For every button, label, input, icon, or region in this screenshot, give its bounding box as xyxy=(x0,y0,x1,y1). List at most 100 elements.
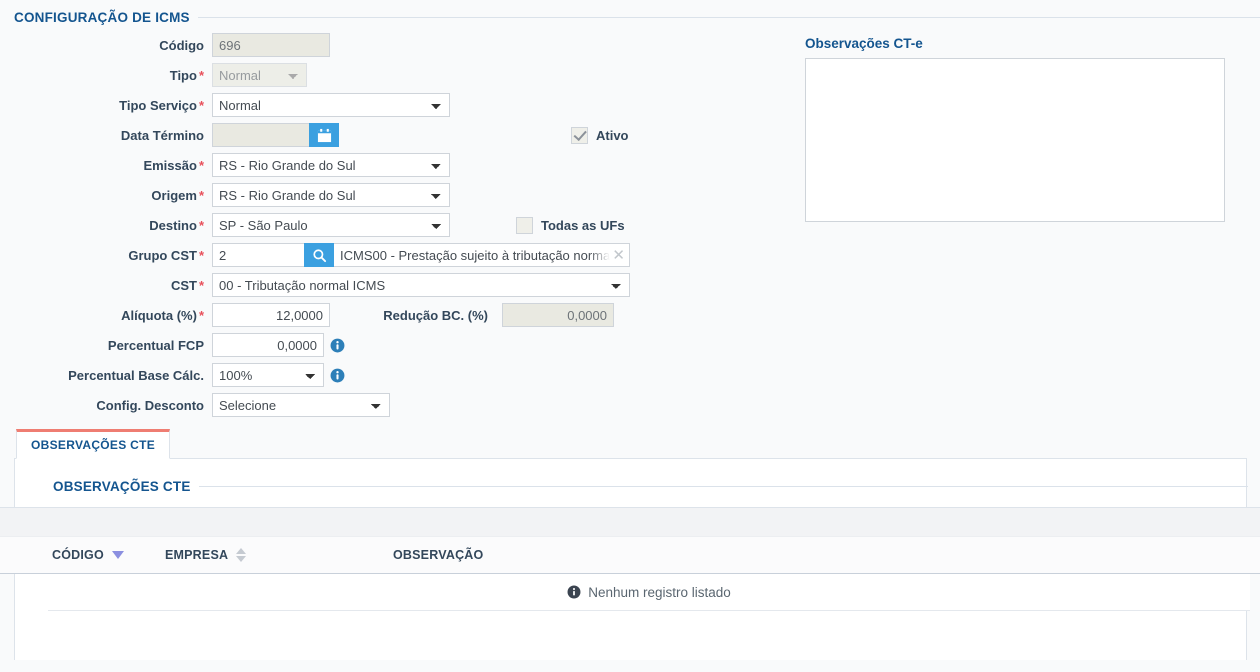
codigo-input[interactable] xyxy=(212,33,330,57)
required-marker-aliquota: * xyxy=(198,307,204,323)
sort-desc-icon[interactable] xyxy=(111,551,124,559)
tipo-select[interactable]: Normal xyxy=(212,63,307,87)
label-config-desconto: Config. Desconto xyxy=(96,397,204,413)
field-row-codigo: Código xyxy=(0,30,790,60)
label-data-termino: Data Término xyxy=(120,127,204,143)
field-row-grupo-cst: Grupo CST* ICMS00 - Prestação sujeito à … xyxy=(0,240,790,270)
config-desconto-select[interactable]: Selecione xyxy=(212,393,390,417)
sort-both-icon[interactable] xyxy=(236,548,247,562)
reducao-bc-input[interactable] xyxy=(502,303,614,327)
grupo-cst-description: ICMS00 - Prestação sujeito à tributação … xyxy=(334,243,630,267)
label-grupo-cst-text: Grupo CST xyxy=(128,247,197,263)
grupo-cst-description-text: ICMS00 - Prestação sujeito à tributação … xyxy=(340,247,611,263)
label-destino-text: Destino xyxy=(149,217,197,233)
grupo-cst-lookup: ICMS00 - Prestação sujeito à tributação … xyxy=(212,243,630,267)
search-icon[interactable] xyxy=(304,243,334,267)
label-reducao-bc: Redução BC. (%) xyxy=(383,307,488,323)
data-termino-group xyxy=(212,123,339,147)
cst-select[interactable]: 00 - Tributação normal ICMS xyxy=(212,273,630,297)
aliquota-input[interactable] xyxy=(212,303,330,327)
field-row-percentual-fcp: Percentual FCP xyxy=(0,330,790,360)
label-cst: CST * xyxy=(0,278,212,293)
emissao-select[interactable]: RS - Rio Grande do Sul xyxy=(212,153,450,177)
label-tipo: Tipo * xyxy=(0,68,212,83)
table-header-row: CÓDIGO EMPRESA OBSERVAÇÃO xyxy=(0,537,1260,574)
field-row-config-desconto: Config. Desconto Selecione xyxy=(0,390,790,420)
required-marker-destino: * xyxy=(198,217,204,233)
panel-legend: OBSERVAÇÕES CTE xyxy=(53,479,1248,494)
destino-select[interactable]: SP - São Paulo xyxy=(212,213,450,237)
info-icon[interactable] xyxy=(330,338,345,353)
data-termino-input[interactable] xyxy=(212,123,309,147)
label-tipo-servico-text: Tipo Serviço xyxy=(119,97,197,113)
required-marker-grupo-cst: * xyxy=(198,247,204,263)
label-percentual-base-calc: Percentual Base Cálc. xyxy=(68,367,204,383)
label-tipo-servico: Tipo Serviço * xyxy=(0,98,212,113)
percentual-fcp-input[interactable] xyxy=(212,333,324,357)
grid-table: CÓDIGO EMPRESA OBSERVAÇÃO xyxy=(0,537,1260,574)
todas-ufs-checkbox-row: Todas as UFs xyxy=(516,216,625,234)
field-row-data-termino: Data Término Ativo xyxy=(0,120,790,150)
info-icon xyxy=(567,585,581,599)
field-row-aliquota: Alíquota (%)* Redução BC. (%) xyxy=(0,300,790,330)
empty-state-row: Nenhum registro listado xyxy=(48,574,1250,611)
form-legend: CONFIGURAÇÃO DE ICMS xyxy=(14,10,1260,25)
label-destino: Destino * xyxy=(0,218,212,233)
label-emissao-text: Emissão xyxy=(143,157,197,173)
field-row-percentual-base-calc: Percentual Base Cálc. 100% xyxy=(0,360,790,390)
ativo-checkbox-row: Ativo xyxy=(571,126,629,144)
calendar-icon[interactable] xyxy=(309,123,339,147)
th-codigo[interactable]: CÓDIGO xyxy=(0,537,165,574)
label-codigo: Código xyxy=(159,37,204,53)
required-marker-emissao: * xyxy=(198,157,204,173)
required-marker-cst: * xyxy=(198,277,204,293)
label-percentual-fcp: Percentual FCP xyxy=(107,337,204,353)
ativo-label: Ativo xyxy=(596,127,629,143)
field-row-emissao: Emissão * RS - Rio Grande do Sul xyxy=(0,150,790,180)
origem-select[interactable]: RS - Rio Grande do Sul xyxy=(212,183,450,207)
label-origem-text: Origem xyxy=(151,187,197,203)
panel-legend-divider xyxy=(198,486,1248,487)
th-empresa[interactable]: EMPRESA xyxy=(165,537,393,574)
tab-strip: OBSERVAÇÕES CTE xyxy=(14,429,1247,459)
ativo-checkbox[interactable] xyxy=(571,126,588,144)
required-marker-tipo-servico: * xyxy=(198,97,204,113)
label-origem: Origem * xyxy=(0,188,212,203)
tab-observacoes-cte[interactable]: OBSERVAÇÕES CTE xyxy=(16,429,171,459)
th-observacao-label: OBSERVAÇÃO xyxy=(393,548,484,562)
label-cst-text: CST xyxy=(170,277,197,293)
observacoes-cte-textarea[interactable] xyxy=(805,58,1225,222)
th-codigo-label: CÓDIGO xyxy=(52,548,104,562)
tab-observacoes-cte-label: OBSERVAÇÕES CTE xyxy=(31,438,156,452)
page-title: CONFIGURAÇÃO DE ICMS xyxy=(14,10,190,25)
required-marker-origem: * xyxy=(198,187,204,203)
field-row-tipo: Tipo * Normal xyxy=(0,60,790,90)
field-row-cst: CST * 00 - Tributação normal ICMS xyxy=(0,270,790,300)
info-icon[interactable] xyxy=(330,368,345,383)
th-empresa-label: EMPRESA xyxy=(165,548,229,562)
panel-legend-title: OBSERVAÇÕES CTE xyxy=(53,479,191,494)
field-row-tipo-servico: Tipo Serviço * Normal xyxy=(0,90,790,120)
percentual-base-calc-select[interactable]: 100% xyxy=(212,363,324,387)
grid-toolbar xyxy=(0,507,1260,537)
tipo-servico-select[interactable]: Normal xyxy=(212,93,450,117)
legend-divider xyxy=(197,17,1260,18)
panel-inner: OBSERVAÇÕES CTE xyxy=(53,479,1248,494)
clear-icon[interactable]: ✕ xyxy=(612,248,625,263)
observacoes-cte-grid: CÓDIGO EMPRESA OBSERVAÇÃO Nenhum registr… xyxy=(0,507,1260,611)
todas-ufs-checkbox[interactable] xyxy=(516,216,533,234)
todas-ufs-label: Todas as UFs xyxy=(541,217,625,233)
label-grupo-cst: Grupo CST * xyxy=(0,248,212,263)
icms-config-form: Código Tipo* Normal Tipo Serviço* Normal… xyxy=(0,30,790,420)
grupo-cst-code-input[interactable] xyxy=(212,243,304,267)
observacoes-cte-panel: Observações CT-e xyxy=(805,36,1225,222)
field-row-destino: Destino * SP - São Paulo Todas as UFs xyxy=(0,210,790,240)
label-aliquota-text: Alíquota (%) xyxy=(121,307,197,323)
label-tipo-text: Tipo xyxy=(169,67,197,83)
th-observacao[interactable]: OBSERVAÇÃO xyxy=(393,537,1260,574)
label-aliquota: Alíquota (%) * xyxy=(0,308,212,323)
observacoes-cte-title: Observações CT-e xyxy=(805,36,923,51)
required-marker-tipo: * xyxy=(198,67,204,83)
empty-state-message: Nenhum registro listado xyxy=(588,584,731,600)
field-row-origem: Origem * RS - Rio Grande do Sul xyxy=(0,180,790,210)
